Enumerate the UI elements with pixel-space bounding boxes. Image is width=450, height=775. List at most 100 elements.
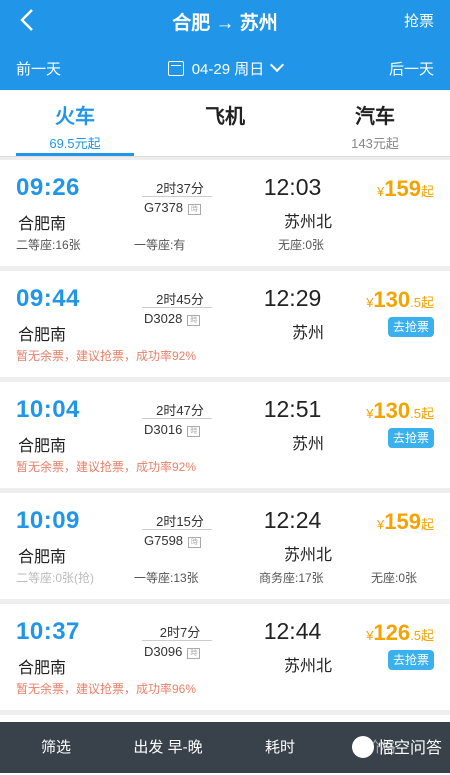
arrival-station: 苏州 — [291, 325, 324, 342]
chevron-down-icon — [270, 57, 285, 73]
bottom-sort-bar: 筛选 出发 早-晚 耗时 价格 悟空问答 — [0, 722, 450, 773]
train-number: G7598 時 — [144, 533, 202, 548]
arrival-station: 苏州北 — [283, 214, 332, 231]
arrival-time: 12:44 — [263, 618, 322, 644]
train-number: G7378 時 — [144, 200, 202, 215]
train-number-text: D3016 — [144, 422, 183, 437]
arrival-time: 12:51 — [263, 396, 322, 422]
departure-time: 10:04 — [16, 396, 80, 423]
date-label: 04-29 周日 — [191, 61, 265, 78]
sort-departure-button[interactable]: 出发 早-晚 — [112, 722, 224, 773]
arrival-time: 12:29 — [263, 285, 322, 311]
train-number-text: G7378 — [144, 200, 184, 215]
duration-line — [142, 196, 212, 197]
watermark-text: 悟空问答 — [377, 740, 442, 757]
duration: 2时45分 — [156, 292, 204, 307]
price-suffix: 起 — [420, 628, 434, 643]
availability-note: 暂无余票，建议抢票，成功率92% — [16, 349, 197, 363]
train-number: D3096 時 — [144, 644, 201, 659]
availability-note: 暂无余票，建议抢票，成功率92% — [16, 460, 197, 474]
price-suffix: 起 — [420, 295, 434, 310]
filter-button[interactable]: 筛选 — [0, 722, 112, 773]
arrival-station: 苏州北 — [283, 658, 332, 675]
train-card[interactable]: 09:26 合肥南 2时37分 G7378 時 12:03 苏州北 ¥159起 二… — [0, 160, 450, 266]
train-number: D3016 時 — [144, 422, 201, 437]
duration: 2时47分 — [156, 403, 204, 418]
next-day-button[interactable]: 后一天 — [389, 58, 434, 79]
price-int: 159 — [384, 509, 421, 534]
train-card[interactable]: 10:04 合肥南 2时47分 D3016 時 12:51 苏州 ¥130.5起 … — [0, 382, 450, 488]
grab-ticket-button[interactable]: 去抢票 — [388, 317, 434, 337]
tab-label: 汽车 — [355, 106, 395, 128]
price: ¥159起 — [377, 176, 434, 201]
price: ¥130.5起 — [366, 398, 434, 423]
tab-sub: 143元起 — [351, 136, 399, 151]
train-number: D3028 時 — [144, 311, 201, 326]
departure-station: 合肥南 — [18, 327, 67, 344]
price-int: 130 — [373, 287, 411, 312]
duration: 2时37分 — [156, 181, 204, 196]
timetable-icon[interactable]: 時 — [187, 315, 201, 326]
timetable-icon[interactable]: 時 — [187, 426, 201, 437]
arrival-time: 12:03 — [263, 174, 322, 200]
tab-sub: 69.5元起 — [49, 136, 101, 151]
tab-train[interactable]: 火车 69.5元起 — [0, 90, 150, 156]
calendar-icon — [167, 61, 184, 76]
price-int: 159 — [384, 176, 421, 201]
price: ¥126.5起 — [366, 620, 434, 645]
seat-first-class: 一等座:有 — [134, 238, 186, 252]
timetable-icon[interactable]: 時 — [188, 537, 202, 548]
seat-second-class[interactable]: 二等座:0张(抢) — [16, 569, 94, 586]
price-int: 130 — [373, 398, 411, 423]
price-dec: .5 — [410, 406, 421, 421]
arrival-time: 12:24 — [263, 507, 322, 533]
availability-note: 暂无余票，建议抢票，成功率96% — [16, 682, 197, 696]
price-int: 126 — [373, 620, 411, 645]
grab-ticket-button[interactable]: 抢票 — [404, 10, 434, 31]
duration: 2时7分 — [159, 625, 201, 640]
price-suffix: 起 — [420, 517, 434, 532]
seat-business-class: 商务座:17张 — [259, 571, 324, 585]
train-card[interactable]: 09:44 合肥南 2时45分 D3028 時 12:29 苏州 ¥130.5起 … — [0, 271, 450, 377]
tab-label: 火车 — [55, 106, 95, 128]
departure-time: 09:44 — [16, 285, 80, 312]
timetable-icon[interactable]: 時 — [188, 204, 202, 215]
train-card[interactable]: 10:09 合肥南 2时15分 G7598 時 12:24 苏州北 ¥159起 二… — [0, 493, 450, 599]
tab-bus[interactable]: 汽车 143元起 — [300, 90, 450, 156]
grab-ticket-button[interactable]: 去抢票 — [388, 650, 434, 670]
departure-time: 10:09 — [16, 507, 80, 534]
tab-flight[interactable]: 飞机 — [150, 90, 300, 156]
seat-first-class: 一等座:13张 — [134, 571, 199, 585]
arrival-station: 苏州 — [291, 436, 324, 453]
watermark-logo-icon — [351, 736, 374, 758]
price-dec: .5 — [410, 295, 421, 310]
tab-label: 飞机 — [205, 106, 245, 128]
duration-line — [142, 307, 212, 308]
arrival-station: 苏州北 — [283, 547, 332, 564]
train-card[interactable]: 10:37 合肥南 2时7分 D3096 時 12:44 苏州北 ¥126.5起 … — [0, 604, 450, 710]
departure-station: 合肥南 — [18, 438, 67, 455]
timetable-icon[interactable]: 時 — [187, 648, 201, 659]
duration-line — [142, 418, 212, 419]
date-selector[interactable]: 04-29 周日 — [0, 57, 450, 79]
duration-line — [142, 529, 212, 530]
train-number-text: G7598 — [144, 533, 184, 548]
price: ¥159起 — [377, 509, 434, 534]
price-suffix: 起 — [420, 184, 434, 199]
departure-station: 合肥南 — [18, 549, 67, 566]
duration-line — [142, 640, 212, 641]
grab-ticket-button[interactable]: 去抢票 — [388, 428, 434, 448]
train-number-text: D3028 — [144, 311, 183, 326]
seat-standing: 无座:0张 — [278, 238, 325, 252]
sort-duration-button[interactable]: 耗时 — [224, 722, 336, 773]
price-suffix: 起 — [420, 406, 434, 421]
departure-time: 10:37 — [16, 618, 80, 645]
seat-standing: 无座:0张 — [371, 571, 418, 585]
departure-time: 09:26 — [16, 174, 80, 201]
seat-info: 二等座:16张 一等座:有 无座:0张 — [16, 236, 434, 252]
header: 合肥 → 苏州 抢票 前一天 04-29 周日 后一天 — [0, 0, 450, 90]
price: ¥130.5起 — [366, 287, 434, 312]
transport-tabs: 火车 69.5元起 飞机 汽车 143元起 — [0, 90, 450, 157]
watermark: 悟空问答 — [351, 734, 442, 758]
train-number-text: D3096 — [144, 644, 183, 659]
